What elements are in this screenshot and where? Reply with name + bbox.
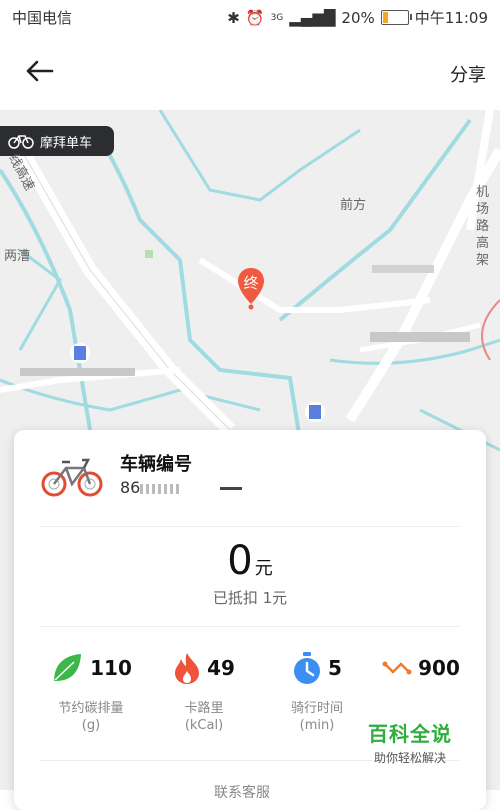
brand-name: 摩拜单车 (40, 135, 93, 151)
stat-carbon: 110 节约碳排量 (g) (36, 648, 146, 734)
stat-label: 卡路里 (184, 701, 224, 716)
alarm-icon: ⏰ (245, 8, 265, 27)
battery-percent: 20% (341, 8, 375, 27)
divider (40, 626, 460, 627)
divider (40, 526, 460, 527)
stat-duration: 5 骑行时间 (min) (262, 648, 372, 734)
bike-image (41, 458, 103, 497)
share-button[interactable]: 分享 (450, 61, 486, 87)
cost-unit: 元 (254, 558, 273, 579)
cost-value: 0 (227, 538, 253, 584)
end-location-pin[interactable]: 终 (236, 266, 266, 310)
pin-label: 终 (243, 274, 259, 292)
watermark-subtitle: 助你轻松解决 (373, 751, 446, 765)
status-bar: 中国电信 ✱ ⏰ 3G ▂▄▆█ 20% 中午11:09 (0, 0, 500, 34)
stat-unit: (kCal) (184, 718, 224, 733)
ride-cost: 0元 (14, 538, 486, 584)
masked-suffix (220, 487, 243, 490)
carrier-name: 中国电信 (12, 9, 73, 27)
stat-value: 5 (328, 656, 342, 680)
watermark-title: 百科全说 (368, 722, 452, 746)
watermark-logo: 百科全说 助你轻松解决 (360, 718, 460, 766)
stat-distance: 900 (366, 648, 476, 688)
contact-support-link[interactable]: 联系客服 (214, 782, 270, 802)
vehicle-number: 86 (120, 478, 243, 497)
stat-value: 110 (90, 656, 132, 680)
map-label-liangcao: 两漕 (4, 249, 31, 264)
stat-unit: (min) (299, 718, 335, 733)
route-icon (382, 661, 412, 675)
status-icons: ✱ ⏰ 3G ▂▄▆█ 20% 中午11:09 (227, 7, 488, 28)
stopwatch-icon (294, 652, 321, 684)
network-type: 3G (270, 12, 284, 23)
bluetooth-icon: ✱ (227, 8, 240, 27)
masked-digits (140, 483, 181, 494)
signal-icon: ▂▄▆█ (289, 8, 336, 27)
map-label-qianfang: 前方 (340, 198, 367, 213)
stat-label: 节约碳排量 (58, 701, 124, 716)
bike-icon (8, 135, 34, 149)
back-arrow-icon[interactable] (22, 54, 56, 88)
vehicle-number-label: 车辆编号 (120, 454, 192, 475)
leaf-icon (54, 654, 82, 681)
top-bar: 分享 (0, 34, 500, 110)
stat-label: 骑行时间 (290, 701, 343, 716)
stat-value: 49 (207, 656, 235, 680)
stat-value: 900 (418, 656, 460, 680)
deduction-note: 已抵扣 1元 (212, 589, 288, 607)
stat-unit: (g) (81, 718, 101, 733)
map-label-airport-road: 机场路高架 (476, 185, 490, 268)
clock: 中午11:09 (414, 9, 488, 27)
battery-icon (380, 10, 412, 25)
stat-calories: 49 卡路里 (kCal) (149, 648, 259, 734)
flame-icon (175, 653, 200, 684)
